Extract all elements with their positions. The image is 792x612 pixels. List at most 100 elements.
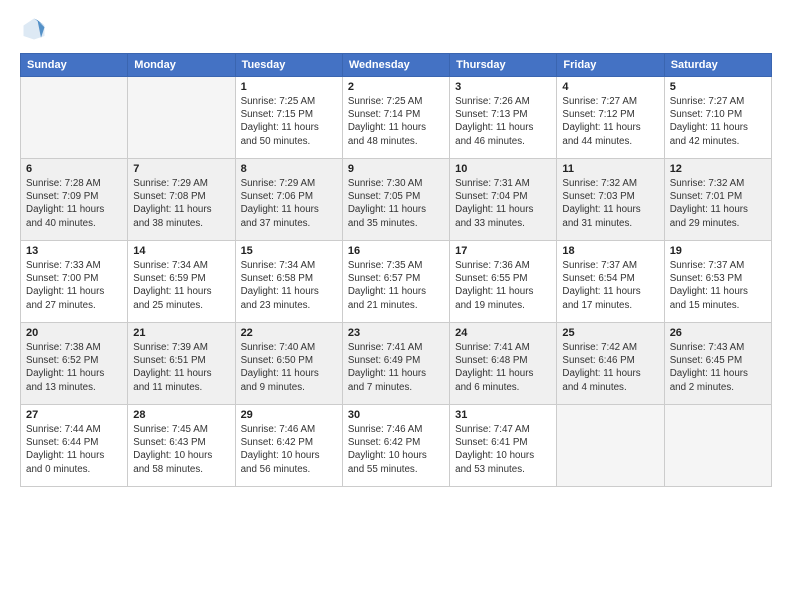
- calendar-cell: 20 Sunrise: 7:38 AMSunset: 6:52 PMDayligh…: [21, 323, 128, 405]
- day-number: 23: [348, 327, 444, 339]
- day-info: Sunrise: 7:37 AMSunset: 6:54 PMDaylight:…: [562, 259, 658, 312]
- day-info: Sunrise: 7:32 AMSunset: 7:01 PMDaylight:…: [670, 177, 766, 230]
- weekday-header: Saturday: [664, 54, 771, 77]
- calendar-cell: 1Sunrise: 7:25 AMSunset: 7:15 PMDaylight…: [235, 77, 342, 159]
- calendar-cell: 21 Sunrise: 7:39 AMSunset: 6:51 PMDayligh…: [128, 323, 235, 405]
- calendar-cell: 14Sunrise: 7:34 AMSunset: 6:59 PMDayligh…: [128, 241, 235, 323]
- day-info: Sunrise: 7:34 AMSunset: 6:58 PMDaylight:…: [241, 259, 337, 312]
- day-number: 1: [241, 81, 337, 93]
- calendar-cell: 18Sunrise: 7:37 AMSunset: 6:54 PMDayligh…: [557, 241, 664, 323]
- day-number: 20: [26, 327, 122, 339]
- calendar-cell: 9 Sunrise: 7:30 AMSunset: 7:05 PMDaylight…: [342, 159, 449, 241]
- day-number: 19: [670, 245, 766, 257]
- day-info: Sunrise: 7:37 AMSunset: 6:53 PMDaylight:…: [670, 259, 766, 312]
- calendar-cell: 24 Sunrise: 7:41 AMSunset: 6:48 PMDayligh…: [450, 323, 557, 405]
- day-info: Sunrise: 7:42 AMSunset: 6:46 PMDaylight:…: [562, 341, 658, 394]
- day-number: 21: [133, 327, 229, 339]
- day-number: 28: [133, 409, 229, 421]
- day-number: 5: [670, 81, 766, 93]
- calendar-cell: 30 Sunrise: 7:46 AMSunset: 6:42 PMDayligh…: [342, 405, 449, 487]
- day-info: Sunrise: 7:27 AMSunset: 7:12 PMDaylight:…: [562, 95, 658, 148]
- calendar-table: SundayMondayTuesdayWednesdayThursdayFrid…: [20, 53, 772, 487]
- calendar-cell: 16 Sunrise: 7:35 AMSunset: 6:57 PMDayligh…: [342, 241, 449, 323]
- calendar-cell: 4 Sunrise: 7:27 AMSunset: 7:12 PMDaylight…: [557, 77, 664, 159]
- day-info: Sunrise: 7:30 AMSunset: 7:05 PMDaylight:…: [348, 177, 444, 230]
- day-number: 7: [133, 163, 229, 175]
- weekday-header: Thursday: [450, 54, 557, 77]
- calendar-cell: [557, 405, 664, 487]
- day-number: 11: [562, 163, 658, 175]
- day-number: 27: [26, 409, 122, 421]
- calendar-cell: 7 Sunrise: 7:29 AMSunset: 7:08 PMDaylight…: [128, 159, 235, 241]
- day-number: 30: [348, 409, 444, 421]
- day-number: 16: [348, 245, 444, 257]
- day-info: Sunrise: 7:41 AMSunset: 6:49 PMDaylight:…: [348, 341, 444, 394]
- day-info: Sunrise: 7:29 AMSunset: 7:08 PMDaylight:…: [133, 177, 229, 230]
- day-number: 24: [455, 327, 551, 339]
- day-info: Sunrise: 7:26 AMSunset: 7:13 PMDaylight:…: [455, 95, 551, 148]
- day-info: Sunrise: 7:41 AMSunset: 6:48 PMDaylight:…: [455, 341, 551, 394]
- day-info: Sunrise: 7:33 AMSunset: 7:00 PMDaylight:…: [26, 259, 122, 312]
- day-info: Sunrise: 7:27 AMSunset: 7:10 PMDaylight:…: [670, 95, 766, 148]
- calendar-cell: 29 Sunrise: 7:46 AMSunset: 6:42 PMDayligh…: [235, 405, 342, 487]
- day-number: 25: [562, 327, 658, 339]
- calendar-header-row: SundayMondayTuesdayWednesdayThursdayFrid…: [21, 54, 772, 77]
- calendar-cell: 13 Sunrise: 7:33 AMSunset: 7:00 PMDayligh…: [21, 241, 128, 323]
- day-number: 12: [670, 163, 766, 175]
- calendar-cell: 23 Sunrise: 7:41 AMSunset: 6:49 PMDayligh…: [342, 323, 449, 405]
- calendar-cell: 31 Sunrise: 7:47 AMSunset: 6:41 PMDayligh…: [450, 405, 557, 487]
- day-info: Sunrise: 7:32 AMSunset: 7:03 PMDaylight:…: [562, 177, 658, 230]
- calendar-cell: [21, 77, 128, 159]
- day-number: 13: [26, 245, 122, 257]
- day-number: 15: [241, 245, 337, 257]
- calendar-cell: 25 Sunrise: 7:42 AMSunset: 6:46 PMDayligh…: [557, 323, 664, 405]
- calendar-cell: 12 Sunrise: 7:32 AMSunset: 7:01 PMDayligh…: [664, 159, 771, 241]
- day-number: 31: [455, 409, 551, 421]
- calendar-cell: 2 Sunrise: 7:25 AMSunset: 7:14 PMDaylight…: [342, 77, 449, 159]
- calendar-cell: [128, 77, 235, 159]
- day-number: 3: [455, 81, 551, 93]
- weekday-header: Wednesday: [342, 54, 449, 77]
- calendar-cell: 15 Sunrise: 7:34 AMSunset: 6:58 PMDayligh…: [235, 241, 342, 323]
- day-number: 22: [241, 327, 337, 339]
- day-number: 14: [133, 245, 229, 257]
- calendar-cell: 28 Sunrise: 7:45 AMSunset: 6:43 PMDayligh…: [128, 405, 235, 487]
- day-info: Sunrise: 7:43 AMSunset: 6:45 PMDaylight:…: [670, 341, 766, 394]
- calendar-cell: 6Sunrise: 7:28 AMSunset: 7:09 PMDaylight…: [21, 159, 128, 241]
- weekday-header: Sunday: [21, 54, 128, 77]
- calendar-cell: 5 Sunrise: 7:27 AMSunset: 7:10 PMDaylight…: [664, 77, 771, 159]
- day-number: 29: [241, 409, 337, 421]
- calendar-week-row: 6Sunrise: 7:28 AMSunset: 7:09 PMDaylight…: [21, 159, 772, 241]
- day-info: Sunrise: 7:44 AMSunset: 6:44 PMDaylight:…: [26, 423, 122, 476]
- calendar-cell: [664, 405, 771, 487]
- day-info: Sunrise: 7:38 AMSunset: 6:52 PMDaylight:…: [26, 341, 122, 394]
- calendar-cell: 3 Sunrise: 7:26 AMSunset: 7:13 PMDaylight…: [450, 77, 557, 159]
- calendar-week-row: 1Sunrise: 7:25 AMSunset: 7:15 PMDaylight…: [21, 77, 772, 159]
- calendar-week-row: 13 Sunrise: 7:33 AMSunset: 7:00 PMDayligh…: [21, 241, 772, 323]
- day-info: Sunrise: 7:47 AMSunset: 6:41 PMDaylight:…: [455, 423, 551, 476]
- calendar-cell: 22Sunrise: 7:40 AMSunset: 6:50 PMDayligh…: [235, 323, 342, 405]
- day-number: 26: [670, 327, 766, 339]
- calendar-week-row: 20 Sunrise: 7:38 AMSunset: 6:52 PMDayligh…: [21, 323, 772, 405]
- calendar-cell: 11 Sunrise: 7:32 AMSunset: 7:03 PMDayligh…: [557, 159, 664, 241]
- day-number: 6: [26, 163, 122, 175]
- day-number: 4: [562, 81, 658, 93]
- day-info: Sunrise: 7:31 AMSunset: 7:04 PMDaylight:…: [455, 177, 551, 230]
- calendar-week-row: 27 Sunrise: 7:44 AMSunset: 6:44 PMDayligh…: [21, 405, 772, 487]
- page: SundayMondayTuesdayWednesdayThursdayFrid…: [0, 0, 792, 497]
- calendar-cell: 26 Sunrise: 7:43 AMSunset: 6:45 PMDayligh…: [664, 323, 771, 405]
- weekday-header: Friday: [557, 54, 664, 77]
- day-info: Sunrise: 7:25 AMSunset: 7:14 PMDaylight:…: [348, 95, 444, 148]
- day-info: Sunrise: 7:29 AMSunset: 7:06 PMDaylight:…: [241, 177, 337, 230]
- weekday-header: Tuesday: [235, 54, 342, 77]
- day-number: 2: [348, 81, 444, 93]
- day-number: 17: [455, 245, 551, 257]
- day-info: Sunrise: 7:39 AMSunset: 6:51 PMDaylight:…: [133, 341, 229, 394]
- day-info: Sunrise: 7:46 AMSunset: 6:42 PMDaylight:…: [348, 423, 444, 476]
- day-info: Sunrise: 7:46 AMSunset: 6:42 PMDaylight:…: [241, 423, 337, 476]
- day-info: Sunrise: 7:45 AMSunset: 6:43 PMDaylight:…: [133, 423, 229, 476]
- day-number: 9: [348, 163, 444, 175]
- calendar-cell: 27 Sunrise: 7:44 AMSunset: 6:44 PMDayligh…: [21, 405, 128, 487]
- day-info: Sunrise: 7:35 AMSunset: 6:57 PMDaylight:…: [348, 259, 444, 312]
- calendar-cell: 19 Sunrise: 7:37 AMSunset: 6:53 PMDayligh…: [664, 241, 771, 323]
